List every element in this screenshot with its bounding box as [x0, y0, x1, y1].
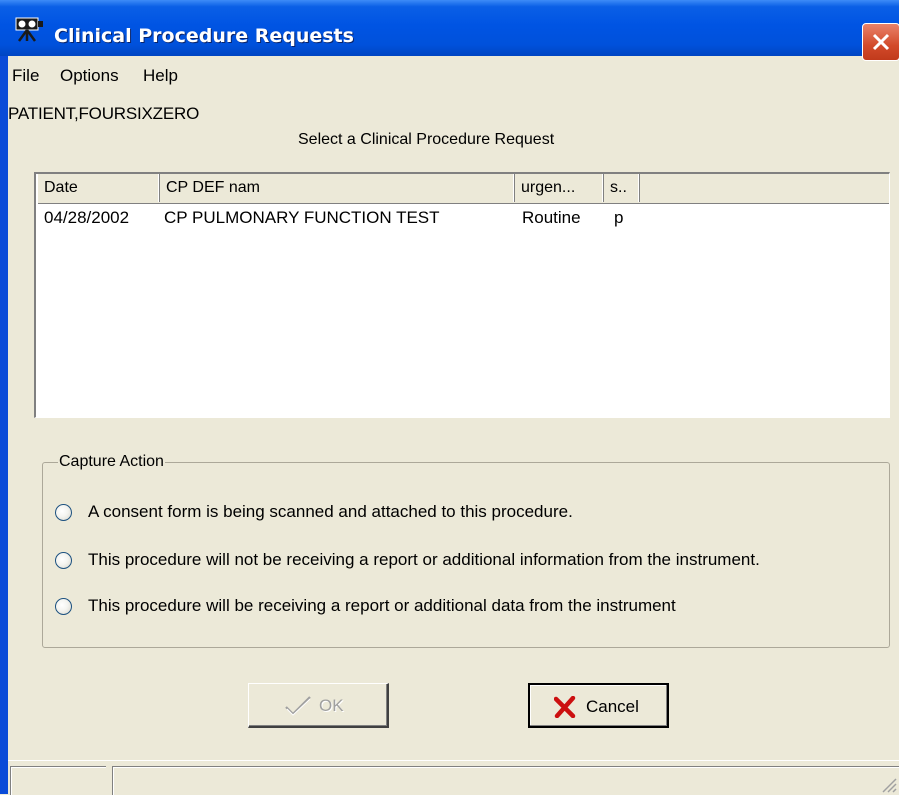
clinical-procedure-requests-window: Clinical Procedure Requests File Options…	[0, 0, 899, 795]
cancel-button-label: Cancel	[586, 697, 639, 716]
close-icon	[872, 33, 890, 51]
radio-button-icon[interactable]	[55, 598, 72, 615]
cell-status: p	[614, 208, 624, 227]
radio-button-icon[interactable]	[55, 504, 72, 521]
menu-options[interactable]: Options	[60, 66, 119, 86]
column-header-date[interactable]: Date	[38, 174, 160, 202]
ok-button[interactable]: OK	[248, 683, 389, 728]
checkmark-icon	[285, 696, 311, 716]
close-button[interactable]	[862, 23, 899, 61]
camera-tripod-icon	[14, 16, 44, 42]
window-title: Clinical Procedure Requests	[54, 25, 354, 47]
column-header-urgency[interactable]: urgen...	[515, 174, 604, 202]
resize-grip-icon[interactable]	[877, 773, 897, 793]
cancel-button[interactable]: Cancel	[528, 683, 669, 728]
column-header-status[interactable]: s..	[604, 174, 640, 202]
column-header-filler	[640, 174, 889, 202]
radio-receiving-report-label[interactable]: This procedure will be receiving a repor…	[88, 596, 676, 616]
cell-urgency: Routine	[522, 208, 581, 227]
patient-name: PATIENT,FOURSIXZERO	[8, 104, 200, 123]
menu-file[interactable]: File	[12, 66, 39, 86]
status-panel-1	[10, 766, 106, 795]
capture-action-legend: Capture Action	[58, 453, 165, 471]
status-panel-2	[112, 766, 899, 795]
radio-button-icon[interactable]	[55, 552, 72, 569]
status-bar	[8, 760, 899, 795]
window-left-frame	[0, 56, 8, 794]
red-x-icon	[554, 696, 576, 718]
table-row[interactable]: 04/28/2002 CP PULMONARY FUNCTION TEST Ro…	[44, 204, 884, 232]
radio-no-report-label[interactable]: This procedure will not be receiving a r…	[88, 550, 760, 570]
title-bar[interactable]: Clinical Procedure Requests	[0, 0, 899, 61]
menu-help[interactable]: Help	[143, 66, 178, 86]
column-header-cp-def-name[interactable]: CP DEF nam	[160, 174, 515, 202]
list-caption: Select a Clinical Procedure Request	[298, 131, 555, 148]
ok-button-label: OK	[319, 696, 344, 715]
list-header: Date CP DEF nam urgen... s..	[38, 174, 889, 204]
cell-date: 04/28/2002	[44, 208, 130, 227]
procedure-request-list[interactable]: Date CP DEF nam urgen... s.. 04/28/2002 …	[34, 172, 890, 418]
cell-cp-def-name: CP PULMONARY FUNCTION TEST	[164, 208, 440, 227]
radio-consent-form-label[interactable]: A consent form is being scanned and atta…	[88, 502, 573, 522]
